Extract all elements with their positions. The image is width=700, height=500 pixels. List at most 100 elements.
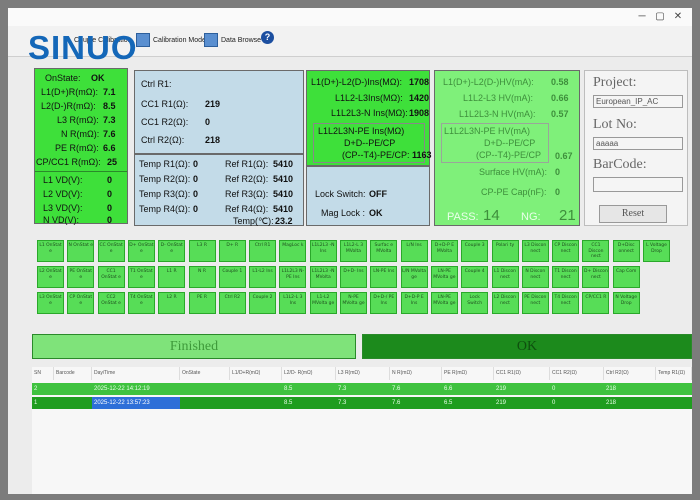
calibration-mode-button[interactable]: Calibration Mode	[136, 32, 206, 48]
cp-cc1-r-label: CP/CC1 R(mΩ):	[36, 157, 101, 167]
test-item-cell[interactable]: LN-PE Ins	[370, 266, 398, 288]
test-item-cell[interactable]: L3 R	[188, 240, 216, 262]
test-item-cell[interactable]: L1L2L3 -N Ins	[309, 240, 337, 262]
hv-pe-line3: (CP--T4)-PE/CP	[476, 150, 541, 160]
test-item-cell[interactable]: T1 OnStat e	[127, 266, 155, 288]
table-header-cell[interactable]: Ctrl R2(Ω)	[604, 367, 656, 380]
test-item-cell[interactable]: LN-PE MVolta ge	[430, 266, 458, 288]
test-item-cell[interactable]: D+ Discon nect	[582, 266, 610, 288]
table-header-cell[interactable]: Temp R1(Ω)	[656, 367, 692, 380]
barcode-input[interactable]	[593, 177, 683, 192]
table-row[interactable]: 1 2025-12-22 13:57:23 8.5 7.3 7.6 6.5 219 0 218	[32, 397, 692, 409]
table-header-cell[interactable]: CC1 R2(Ω)	[550, 367, 604, 380]
temp-r4-label: Temp R4(Ω):	[139, 204, 191, 214]
test-item-cell[interactable]: N R	[188, 266, 216, 288]
table-cell: 8.5	[284, 386, 293, 392]
test-item-cell[interactable]: D- OnStat e	[158, 240, 186, 262]
test-item-cell[interactable]: CC1 OnStat e	[97, 266, 125, 288]
table-header-cell[interactable]: PE R(mΩ)	[442, 367, 494, 380]
test-item-cell[interactable]: L1L2-L 3 MVolta	[340, 240, 367, 262]
test-item-cell[interactable]: L/N Ins	[400, 240, 428, 262]
test-item-cell[interactable]: CP OnStat e	[67, 292, 95, 314]
test-item-cell[interactable]: PE OnStat e	[67, 266, 95, 288]
test-item-cell[interactable]: Couple 1	[218, 266, 246, 288]
test-item-cell[interactable]: L1L2-L 3 Ins	[279, 292, 307, 314]
ins-l1l2-l3-value: 1420	[409, 93, 430, 103]
test-item-cell[interactable]: D+ OnStat e	[127, 240, 155, 262]
test-item-cell[interactable]: D+D- Ins	[340, 266, 367, 288]
project-input[interactable]: European_IP_AC	[593, 95, 683, 108]
test-item-cell[interactable]: L3 Discon nect	[521, 240, 549, 262]
test-item-cell[interactable]: Surfac e MVolta	[370, 240, 398, 262]
test-item-cell[interactable]: Ctrl R1	[249, 240, 277, 262]
ref-r3-label: Ref R3(Ω):	[225, 189, 269, 199]
table-header-cell[interactable]: OnState	[180, 367, 230, 380]
test-item-cell[interactable]: N OnStat e	[67, 240, 95, 262]
test-item-cell[interactable]: L1-L2 MVolta ge	[309, 292, 337, 314]
hv-panel: L1(D+)-L2(D-)HV(mA): 0.58 L1L2-L3 HV(mA)…	[434, 70, 580, 226]
test-item-cell[interactable]: LN-PE MVolta ge	[430, 292, 458, 314]
table-header-cell[interactable]: CC1 R1(Ω)	[494, 367, 550, 380]
table-header-cell[interactable]: SN	[32, 367, 54, 380]
test-item-cell[interactable]: L2 Discon nect	[491, 292, 519, 314]
ins-pe-line1: L1L2L3N-PE Ins(MΩ)	[318, 126, 405, 136]
test-item-cell[interactable]: D+ R	[218, 240, 246, 262]
test-item-cell[interactable]: N Voltage Drop	[612, 292, 640, 314]
test-item-cell[interactable]: Couple 4	[461, 266, 489, 288]
reset-button[interactable]: Reset	[599, 205, 667, 223]
table-header-cell[interactable]: L2/D- R(mΩ)	[282, 367, 336, 380]
minimize-icon[interactable]: ─	[634, 10, 650, 23]
test-item-cell[interactable]: MagLoc k	[279, 240, 307, 262]
test-item-cell[interactable]: CC OnStat e	[97, 240, 125, 262]
test-item-cell[interactable]: L3 OnStat e	[37, 292, 64, 314]
data-browse-button[interactable]: Data Browse	[204, 32, 261, 48]
test-item-cell[interactable]: CC2 OnStat e	[97, 292, 125, 314]
l3-vd-value: 0	[107, 203, 113, 213]
test-item-cell[interactable]: D+Disc onnect	[612, 240, 640, 262]
test-item-cell[interactable]: L2 OnStat e	[37, 266, 64, 288]
test-item-cell[interactable]: CC1 Discon nect	[582, 240, 610, 262]
ctrl-panel: Ctrl R1: CC1 R1(Ω): 219 CC1 R2(Ω): 0 Ctr…	[134, 70, 304, 154]
test-item-cell[interactable]: N-PE MVolta ge	[340, 292, 367, 314]
test-item-cell[interactable]: CP/CC1 R	[582, 292, 610, 314]
test-item-cell[interactable]: L1 Discon nect	[491, 266, 519, 288]
test-item-cell[interactable]: Couple 2	[249, 292, 277, 314]
test-item-cell[interactable]: L1 R	[158, 266, 186, 288]
test-item-cell[interactable]: L/N MVolta ge	[400, 266, 428, 288]
table-header-cell[interactable]: L1/D+R(mΩ)	[230, 367, 282, 380]
table-header-cell[interactable]: N R(mΩ)	[390, 367, 442, 380]
test-item-cell[interactable]: D+D-/ PE Ins	[370, 292, 398, 314]
test-item-cell[interactable]: T4 Discon nect	[552, 292, 580, 314]
test-item-cell[interactable]: Lock Switch	[461, 292, 489, 314]
test-item-cell[interactable]: L1-L2 Ins	[249, 266, 277, 288]
test-item-cell[interactable]: D+D-P E Ins	[400, 292, 428, 314]
test-item-cell[interactable]: L1L2L3 -N MVolta	[309, 266, 337, 288]
help-icon[interactable]: ?	[261, 31, 274, 44]
sinuo-logo: SINUO	[28, 29, 138, 66]
maximize-icon[interactable]: ▢	[652, 10, 668, 23]
test-item-cell[interactable]: L1L2L3 N-PE Ins	[279, 266, 307, 288]
lot-no-label: Lot No:	[593, 117, 637, 132]
temp-r2-value: 0	[193, 174, 199, 184]
test-item-cell[interactable]: L2 R	[158, 292, 186, 314]
test-item-cell[interactable]: Polari ty	[491, 240, 519, 262]
test-item-cell[interactable]: Couple 3	[461, 240, 489, 262]
test-item-cell[interactable]: PE Discon nect	[521, 292, 549, 314]
ref-r3-value: 5410	[273, 189, 294, 199]
test-item-cell[interactable]: CP Discon nect	[552, 240, 580, 262]
table-row[interactable]: 2 2025-12-22 14:12:19 8.5 7.3 7.6 6.6 219 0 218	[32, 383, 692, 395]
test-item-cell[interactable]: L1 OnStat e	[37, 240, 64, 262]
table-header-cell[interactable]: L3 R(mΩ)	[336, 367, 390, 380]
table-header-cell[interactable]: Barcode	[54, 367, 92, 380]
table-header-cell[interactable]: Day/Time	[92, 367, 180, 380]
lot-no-input[interactable]: aaaaa	[593, 137, 683, 150]
test-item-cell[interactable]: L Voltage Drop	[643, 240, 670, 262]
test-item-cell[interactable]: D+D-P E MVolta	[430, 240, 458, 262]
test-item-cell[interactable]: N Discon nect	[521, 266, 549, 288]
close-icon[interactable]: ✕	[670, 10, 686, 23]
test-item-cell[interactable]: PE R	[188, 292, 216, 314]
test-item-cell[interactable]: Ctrl R2	[218, 292, 246, 314]
test-item-cell[interactable]: T1 Discon nect	[552, 266, 580, 288]
test-item-cell[interactable]: Cap Com	[612, 266, 640, 288]
test-item-cell[interactable]: T4 OnStat e	[127, 292, 155, 314]
